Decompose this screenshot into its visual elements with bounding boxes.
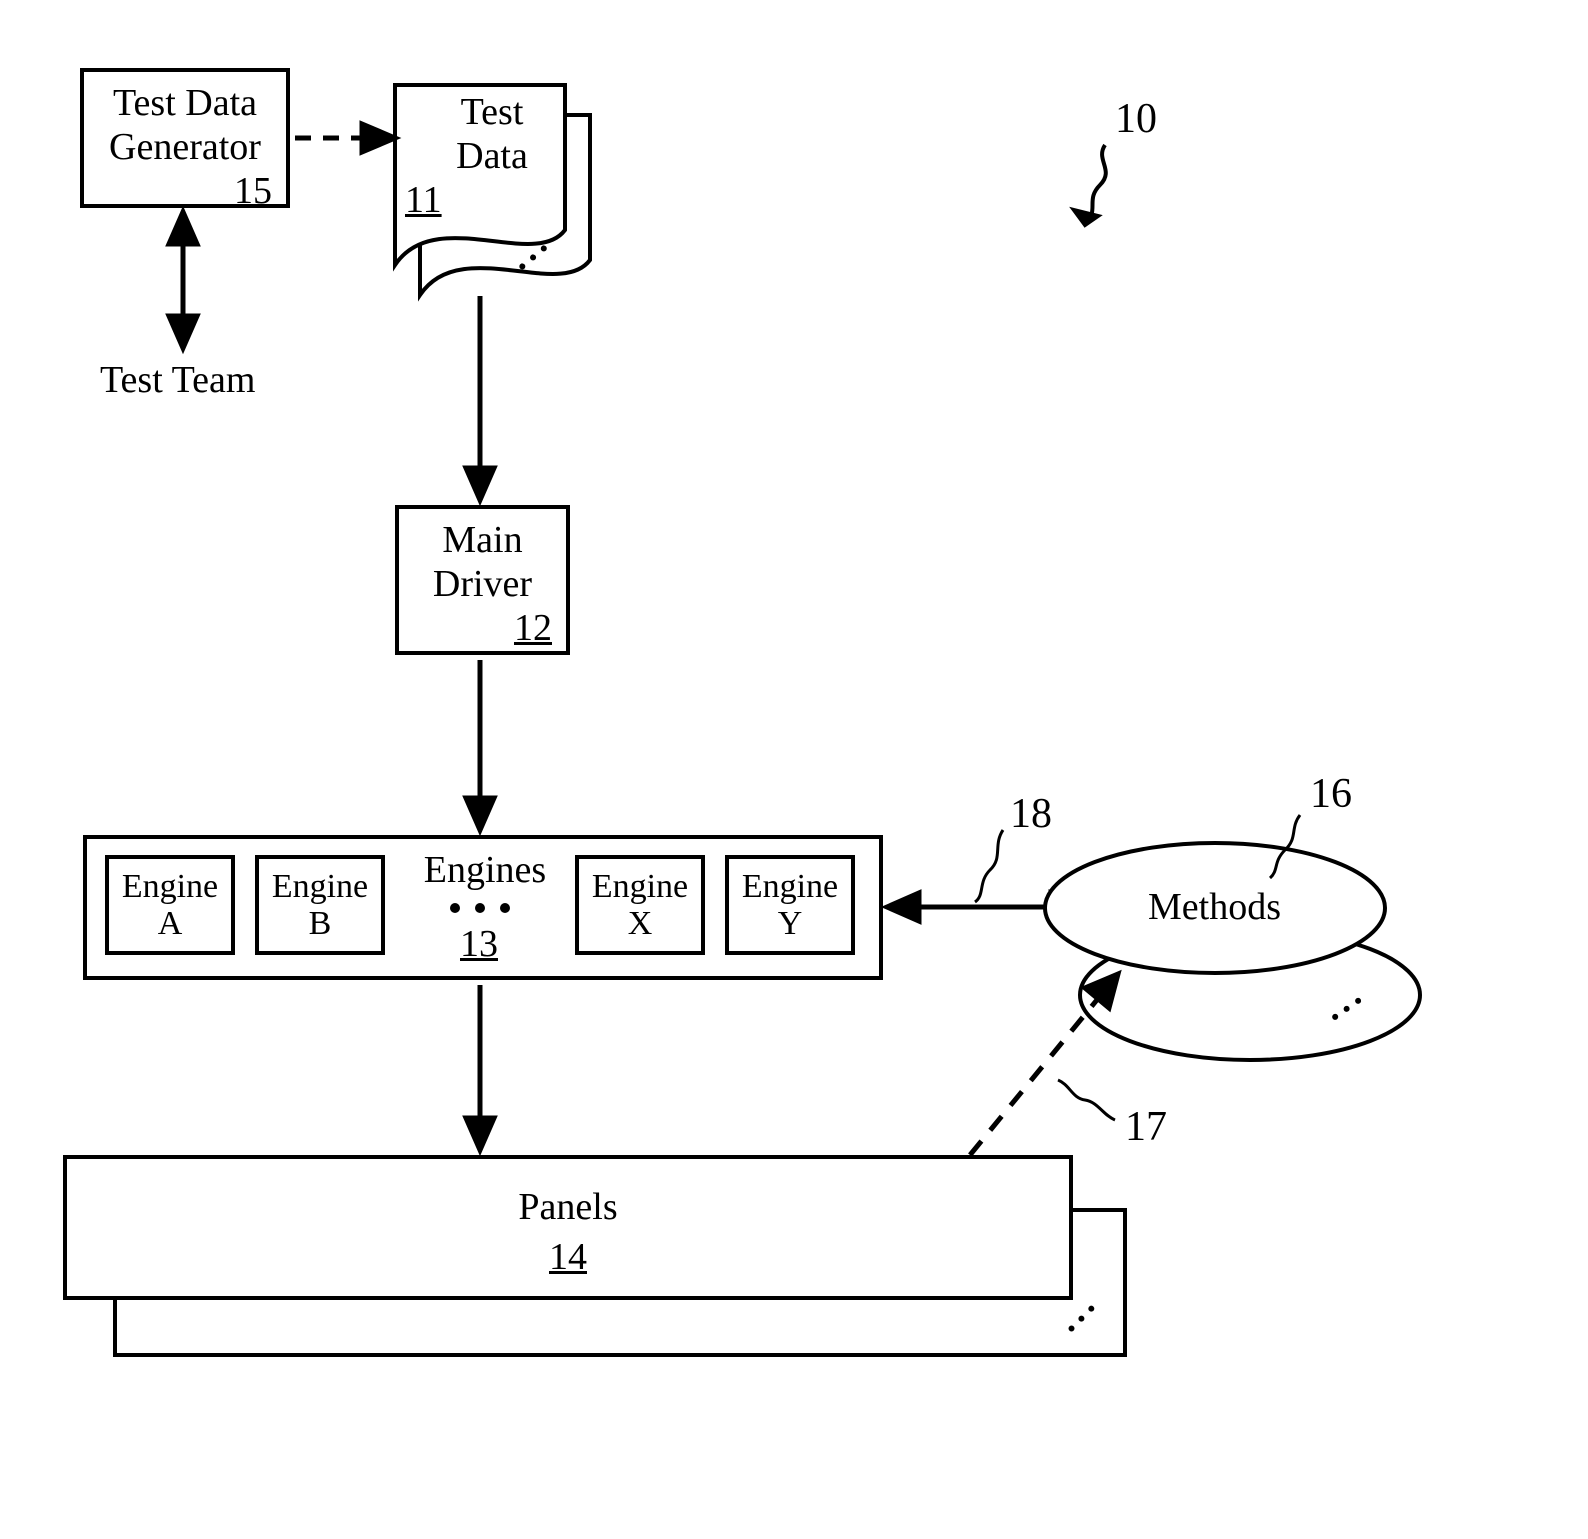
- box-panels: Panels 14: [63, 1155, 1073, 1300]
- panels-num: 14: [549, 1235, 587, 1279]
- panels-label: Panels: [518, 1186, 617, 1230]
- panels-back-rect: [0, 0, 1588, 1539]
- diagram-canvas: 10 Test Data Generator 15 Test Data 11: [0, 0, 1588, 1539]
